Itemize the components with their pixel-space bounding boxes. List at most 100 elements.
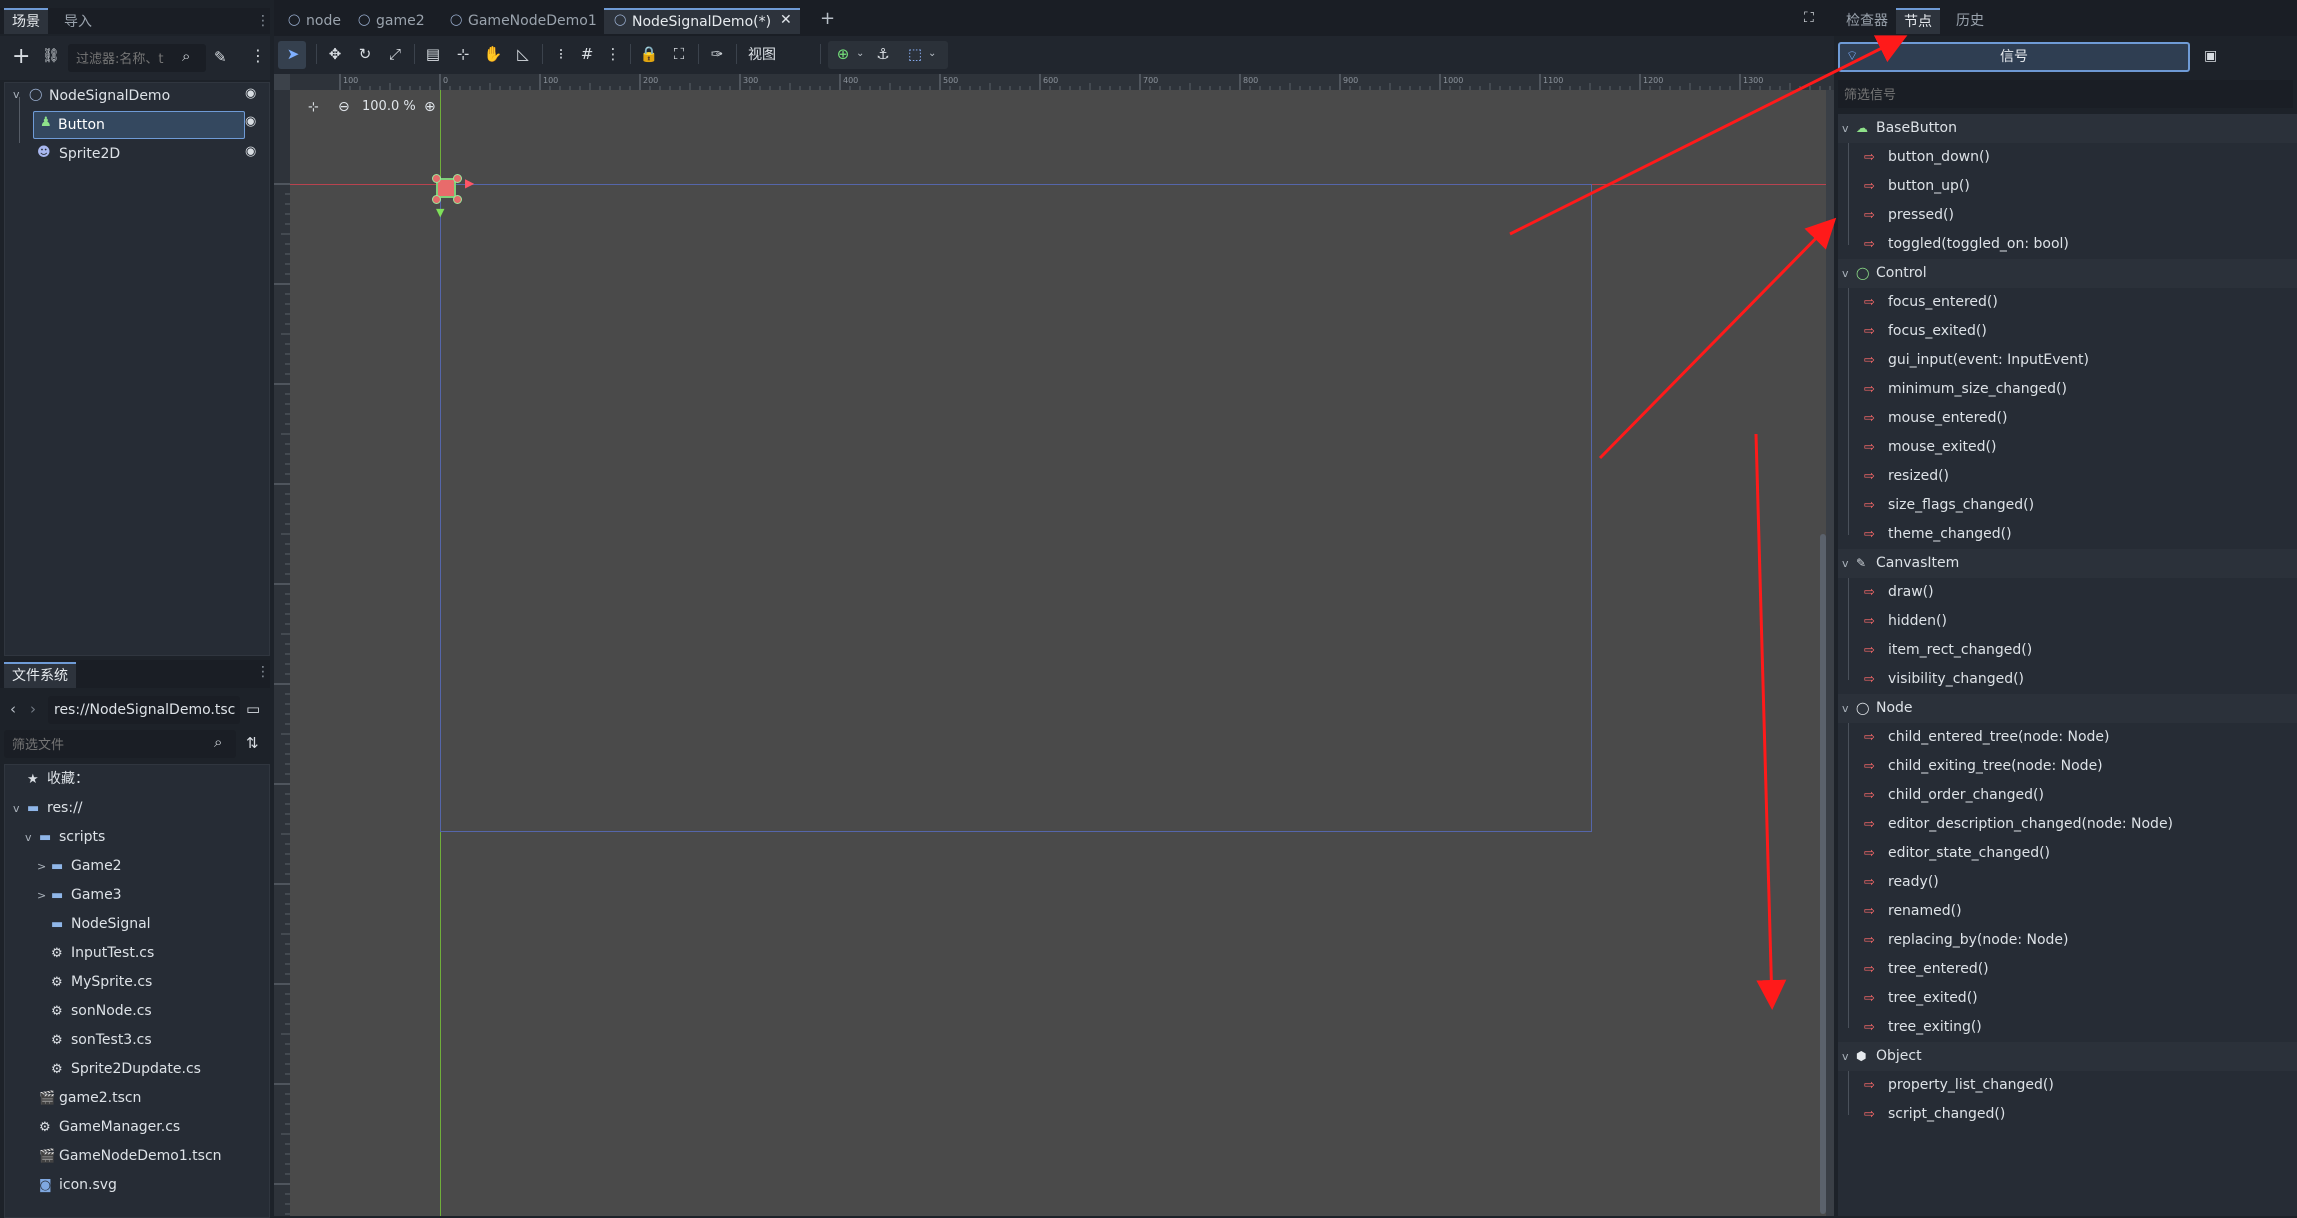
signal-row[interactable]: ⇨ size_flags_changed() [1838,491,2297,520]
signal-row[interactable]: ⇨ button_up() [1838,172,2297,201]
tab-node[interactable]: 节点 [1896,8,1940,34]
signal-row[interactable]: ⇨ visibility_changed() [1838,665,2297,694]
x-axis-arrow-icon[interactable]: ▶ [465,176,474,190]
add-tab-icon[interactable]: + [820,8,835,29]
pivot-mode-icon[interactable]: ⊹ [452,43,474,65]
tab-history[interactable]: 历史 [1948,8,1992,34]
sort-icon[interactable]: ⇅ [246,734,259,752]
expand-caret-icon[interactable]: v [13,794,20,823]
signal-row[interactable]: ⇨ property_list_changed() [1838,1071,2297,1100]
signal-row[interactable]: ⇨ tree_exited() [1838,984,2297,1013]
visibility-eye-icon[interactable]: ◉ [245,114,256,129]
signal-row[interactable]: ⇨ tree_exiting() [1838,1013,2297,1042]
signal-row[interactable]: ⇨ ready() [1838,868,2297,897]
file-row[interactable]: ◙ icon.svg [5,1171,269,1200]
chevron-down-icon[interactable]: ⌄ [928,48,936,59]
signal-row[interactable]: ⇨ hidden() [1838,607,2297,636]
file-row[interactable]: ▬ NodeSignal [5,910,269,939]
signal-row[interactable]: ⇨ item_rect_changed() [1838,636,2297,665]
expand-caret-icon[interactable]: v [1842,1042,1849,1071]
tab-import[interactable]: 导入 [64,10,92,34]
editor-tab[interactable]: ◯ GameNodeDemo1 [440,8,600,34]
anchor-icon[interactable]: ⚓ [872,43,894,65]
visibility-eye-icon[interactable]: ◉ [245,86,256,101]
zoom-in-icon[interactable]: ⊕ [424,99,436,115]
tab-scene[interactable]: 场景 [4,8,48,34]
resize-handle[interactable] [453,195,462,204]
ruler-mode-icon[interactable]: ◺ [512,43,534,65]
resize-handle[interactable] [432,195,441,204]
scene-menu-icon[interactable]: ⋮ [250,46,266,65]
scene-filter-input[interactable] [74,49,182,69]
editor-tab[interactable]: ◯ NodeSignalDemo(*) ✕ [604,8,800,34]
recenter-icon[interactable]: ⊹ [308,100,319,115]
scale-mode-icon[interactable]: ⤢ [384,43,406,65]
expand-caret-icon[interactable]: v [25,823,32,852]
zoom-out-icon[interactable]: ⊖ [338,99,350,115]
favorites-row[interactable]: ★ 收藏： [5,765,269,794]
y-axis-arrow-icon[interactable]: ▼ [436,206,444,219]
signal-row[interactable]: ⇨ draw() [1838,578,2297,607]
file-row[interactable]: > ▬ Game2 [5,852,269,881]
signal-row[interactable]: ⇨ gui_input(event: InputEvent) [1838,346,2297,375]
select-mode-icon[interactable]: ➤ [282,43,304,65]
zoom-level[interactable]: 100.0 % [362,99,416,114]
view-menu[interactable]: 视图 [748,44,776,66]
expand-caret-icon[interactable]: v [1842,259,1849,288]
visibility-eye-icon[interactable]: ◉ [245,144,256,159]
signal-row[interactable]: ⇨ focus_entered() [1838,288,2297,317]
file-filter-input[interactable] [10,735,210,755]
signal-row[interactable]: ⇨ child_exiting_tree(node: Node) [1838,752,2297,781]
tree-row-sprite[interactable]: ☻ Sprite2D ◉ [5,141,269,167]
close-tab-icon[interactable]: ✕ [780,12,792,28]
file-row[interactable]: ⚙ InputTest.cs [5,939,269,968]
signal-group-header[interactable]: v ◯ Node [1838,694,2297,723]
skeleton-icon[interactable]: ✑ [706,43,728,65]
signal-group-header[interactable]: v ⬢ Object [1838,1042,2297,1071]
file-row[interactable]: 🎬 GameNodeDemo1.tscn [5,1142,269,1171]
signal-row[interactable]: ⇨ theme_changed() [1838,520,2297,549]
rotate-mode-icon[interactable]: ↻ [354,43,376,65]
path-field[interactable]: res://NodeSignalDemo.tsc [48,696,240,724]
signals-button[interactable]: ⌔ 信号 [1838,42,2190,72]
signal-row[interactable]: ⇨ child_entered_tree(node: Node) [1838,723,2297,752]
resize-handle[interactable] [453,174,462,183]
forward-arrow-icon[interactable]: › [30,700,36,718]
instance-link-icon[interactable]: ⛓ [42,48,60,64]
signal-filter-box[interactable] [1838,80,2293,108]
tree-row-root[interactable]: v ◯ NodeSignalDemo ◉ [5,83,269,109]
expand-caret-icon[interactable]: v [1842,549,1849,578]
signal-row[interactable]: ⇨ pressed() [1838,201,2297,230]
back-arrow-icon[interactable]: ‹ [10,700,16,718]
tree-row-button[interactable]: ♟ Button [33,111,245,139]
groups-icon[interactable]: ▣ [2204,48,2217,64]
expand-caret-icon[interactable]: v [1842,694,1849,723]
file-row[interactable]: ⚙ Sprite2Dupdate.cs [5,1055,269,1084]
move-mode-icon[interactable]: ✥ [324,43,346,65]
add-node-icon[interactable]: + [12,44,30,69]
signal-row[interactable]: ⇨ script_changed() [1838,1100,2297,1129]
tab-filesystem[interactable]: 文件系统 [4,662,76,688]
button-gizmo[interactable] [432,174,462,204]
signal-row[interactable]: ⇨ replacing_by(node: Node) [1838,926,2297,955]
file-row[interactable]: ⚙ sonNode.cs [5,997,269,1026]
signal-group-header[interactable]: v ◯ Control [1838,259,2297,288]
signal-filter-input[interactable] [1842,85,2266,105]
editor-tab[interactable]: ◯ game2 [348,8,436,34]
file-row[interactable]: ⚙ GameManager.cs [5,1113,269,1142]
file-row[interactable]: ⚙ sonTest3.cs [5,1026,269,1055]
signal-row[interactable]: ⇨ focus_exited() [1838,317,2297,346]
group-icon[interactable]: ⛶ [668,43,690,65]
signal-row[interactable]: ⇨ editor_state_changed() [1838,839,2297,868]
signal-row[interactable]: ⇨ resized() [1838,462,2297,491]
grid-snap-icon[interactable]: # [576,43,598,65]
signal-group-header[interactable]: v ✎ CanvasItem [1838,549,2297,578]
signal-row[interactable]: ⇨ toggled(toggled_on: bool) [1838,230,2297,259]
file-row[interactable]: > ▬ Game3 [5,881,269,910]
attach-script-icon[interactable]: ✎ [214,48,227,66]
collapse-caret-icon[interactable]: > [37,881,46,910]
signal-row[interactable]: ⇨ tree_entered() [1838,955,2297,984]
signal-row[interactable]: ⇨ child_order_changed() [1838,781,2297,810]
signal-row[interactable]: ⇨ minimum_size_changed() [1838,375,2297,404]
signal-row[interactable]: ⇨ editor_description_changed(node: Node) [1838,810,2297,839]
